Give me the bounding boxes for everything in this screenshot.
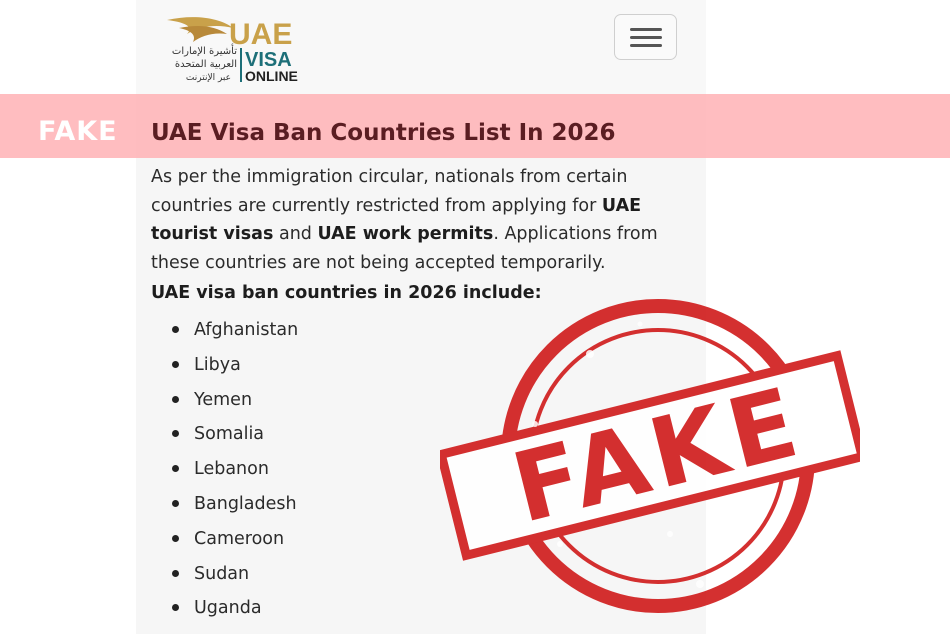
article-intro: As per the immigration circular, nationa… <box>151 167 658 273</box>
logo-arabic-line3: عبر الإنترنت <box>186 73 231 83</box>
list-item: Cameroon <box>151 525 298 560</box>
list-item: Uganda <box>151 594 298 629</box>
list-item: Libya <box>151 351 298 386</box>
logo-brand-bottom: ONLINE <box>245 68 298 84</box>
list-item: Lebanon <box>151 455 298 490</box>
list-item: Yemen <box>151 386 298 421</box>
site-logo[interactable]: UAE VISA ONLINE تأشيرة الإمارات العربية … <box>165 14 315 84</box>
menu-toggle-button[interactable] <box>614 14 677 60</box>
article-title: UAE Visa Ban Countries List In 2026 <box>151 120 616 146</box>
country-list: Afghanistan Libya Yemen Somalia Lebanon … <box>151 316 298 629</box>
bold-work-permits: UAE work permits <box>317 224 494 244</box>
banner-fake-label: FAKE <box>38 116 118 147</box>
logo-arabic-line1: تأشيرة الإمارات <box>172 43 237 57</box>
list-item: Sudan <box>151 560 298 595</box>
list-item: Somalia <box>151 420 298 455</box>
fake-stamp: FAKE <box>440 299 860 613</box>
logo-arabic-line2: العربية المتحدة <box>175 59 237 70</box>
logo-brand-top: UAE <box>229 18 292 51</box>
list-item: Afghanistan <box>151 316 298 351</box>
list-item: Bangladesh <box>151 490 298 525</box>
